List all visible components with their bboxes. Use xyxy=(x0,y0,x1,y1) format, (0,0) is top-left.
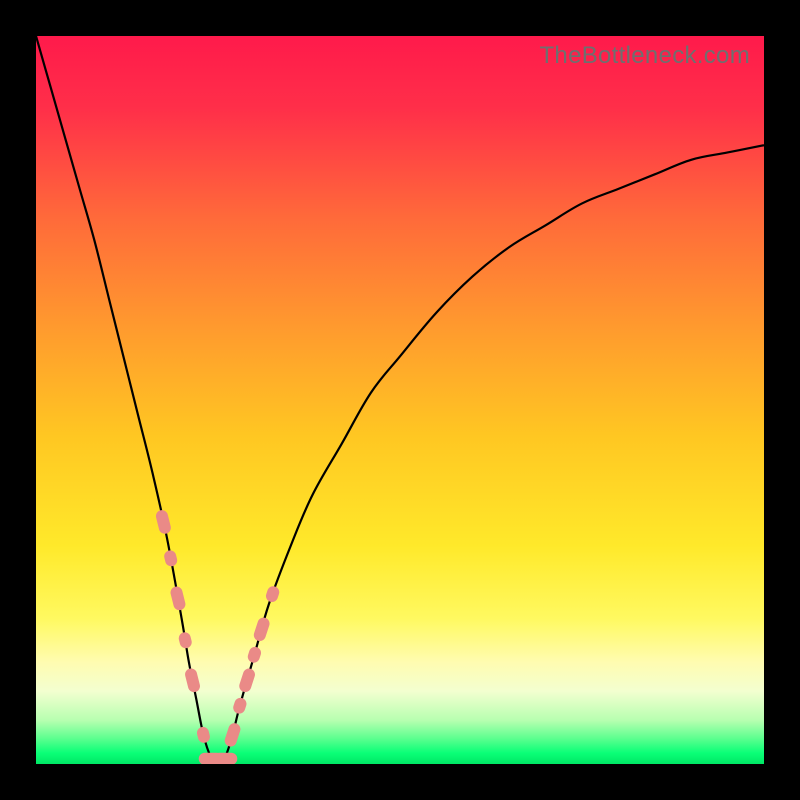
curve-path xyxy=(36,36,764,764)
marker-pill xyxy=(155,509,172,535)
plot-area: TheBottleneck.com xyxy=(36,36,764,764)
marker-pill xyxy=(196,726,212,744)
marker-pill xyxy=(184,667,201,693)
marker-pill xyxy=(238,667,257,694)
marker-pill xyxy=(246,645,262,664)
data-markers xyxy=(155,509,281,764)
watermark-text: TheBottleneck.com xyxy=(539,42,750,70)
marker-pill xyxy=(232,696,248,715)
marker-pill xyxy=(169,585,186,611)
bottleneck-curve xyxy=(36,36,764,764)
marker-pill xyxy=(252,616,271,643)
marker-pill xyxy=(213,753,237,764)
marker-pill xyxy=(163,549,179,567)
marker-pill xyxy=(264,585,280,604)
marker-pill xyxy=(177,631,193,649)
chart-frame: TheBottleneck.com xyxy=(0,0,800,800)
marker-pill xyxy=(223,722,242,749)
